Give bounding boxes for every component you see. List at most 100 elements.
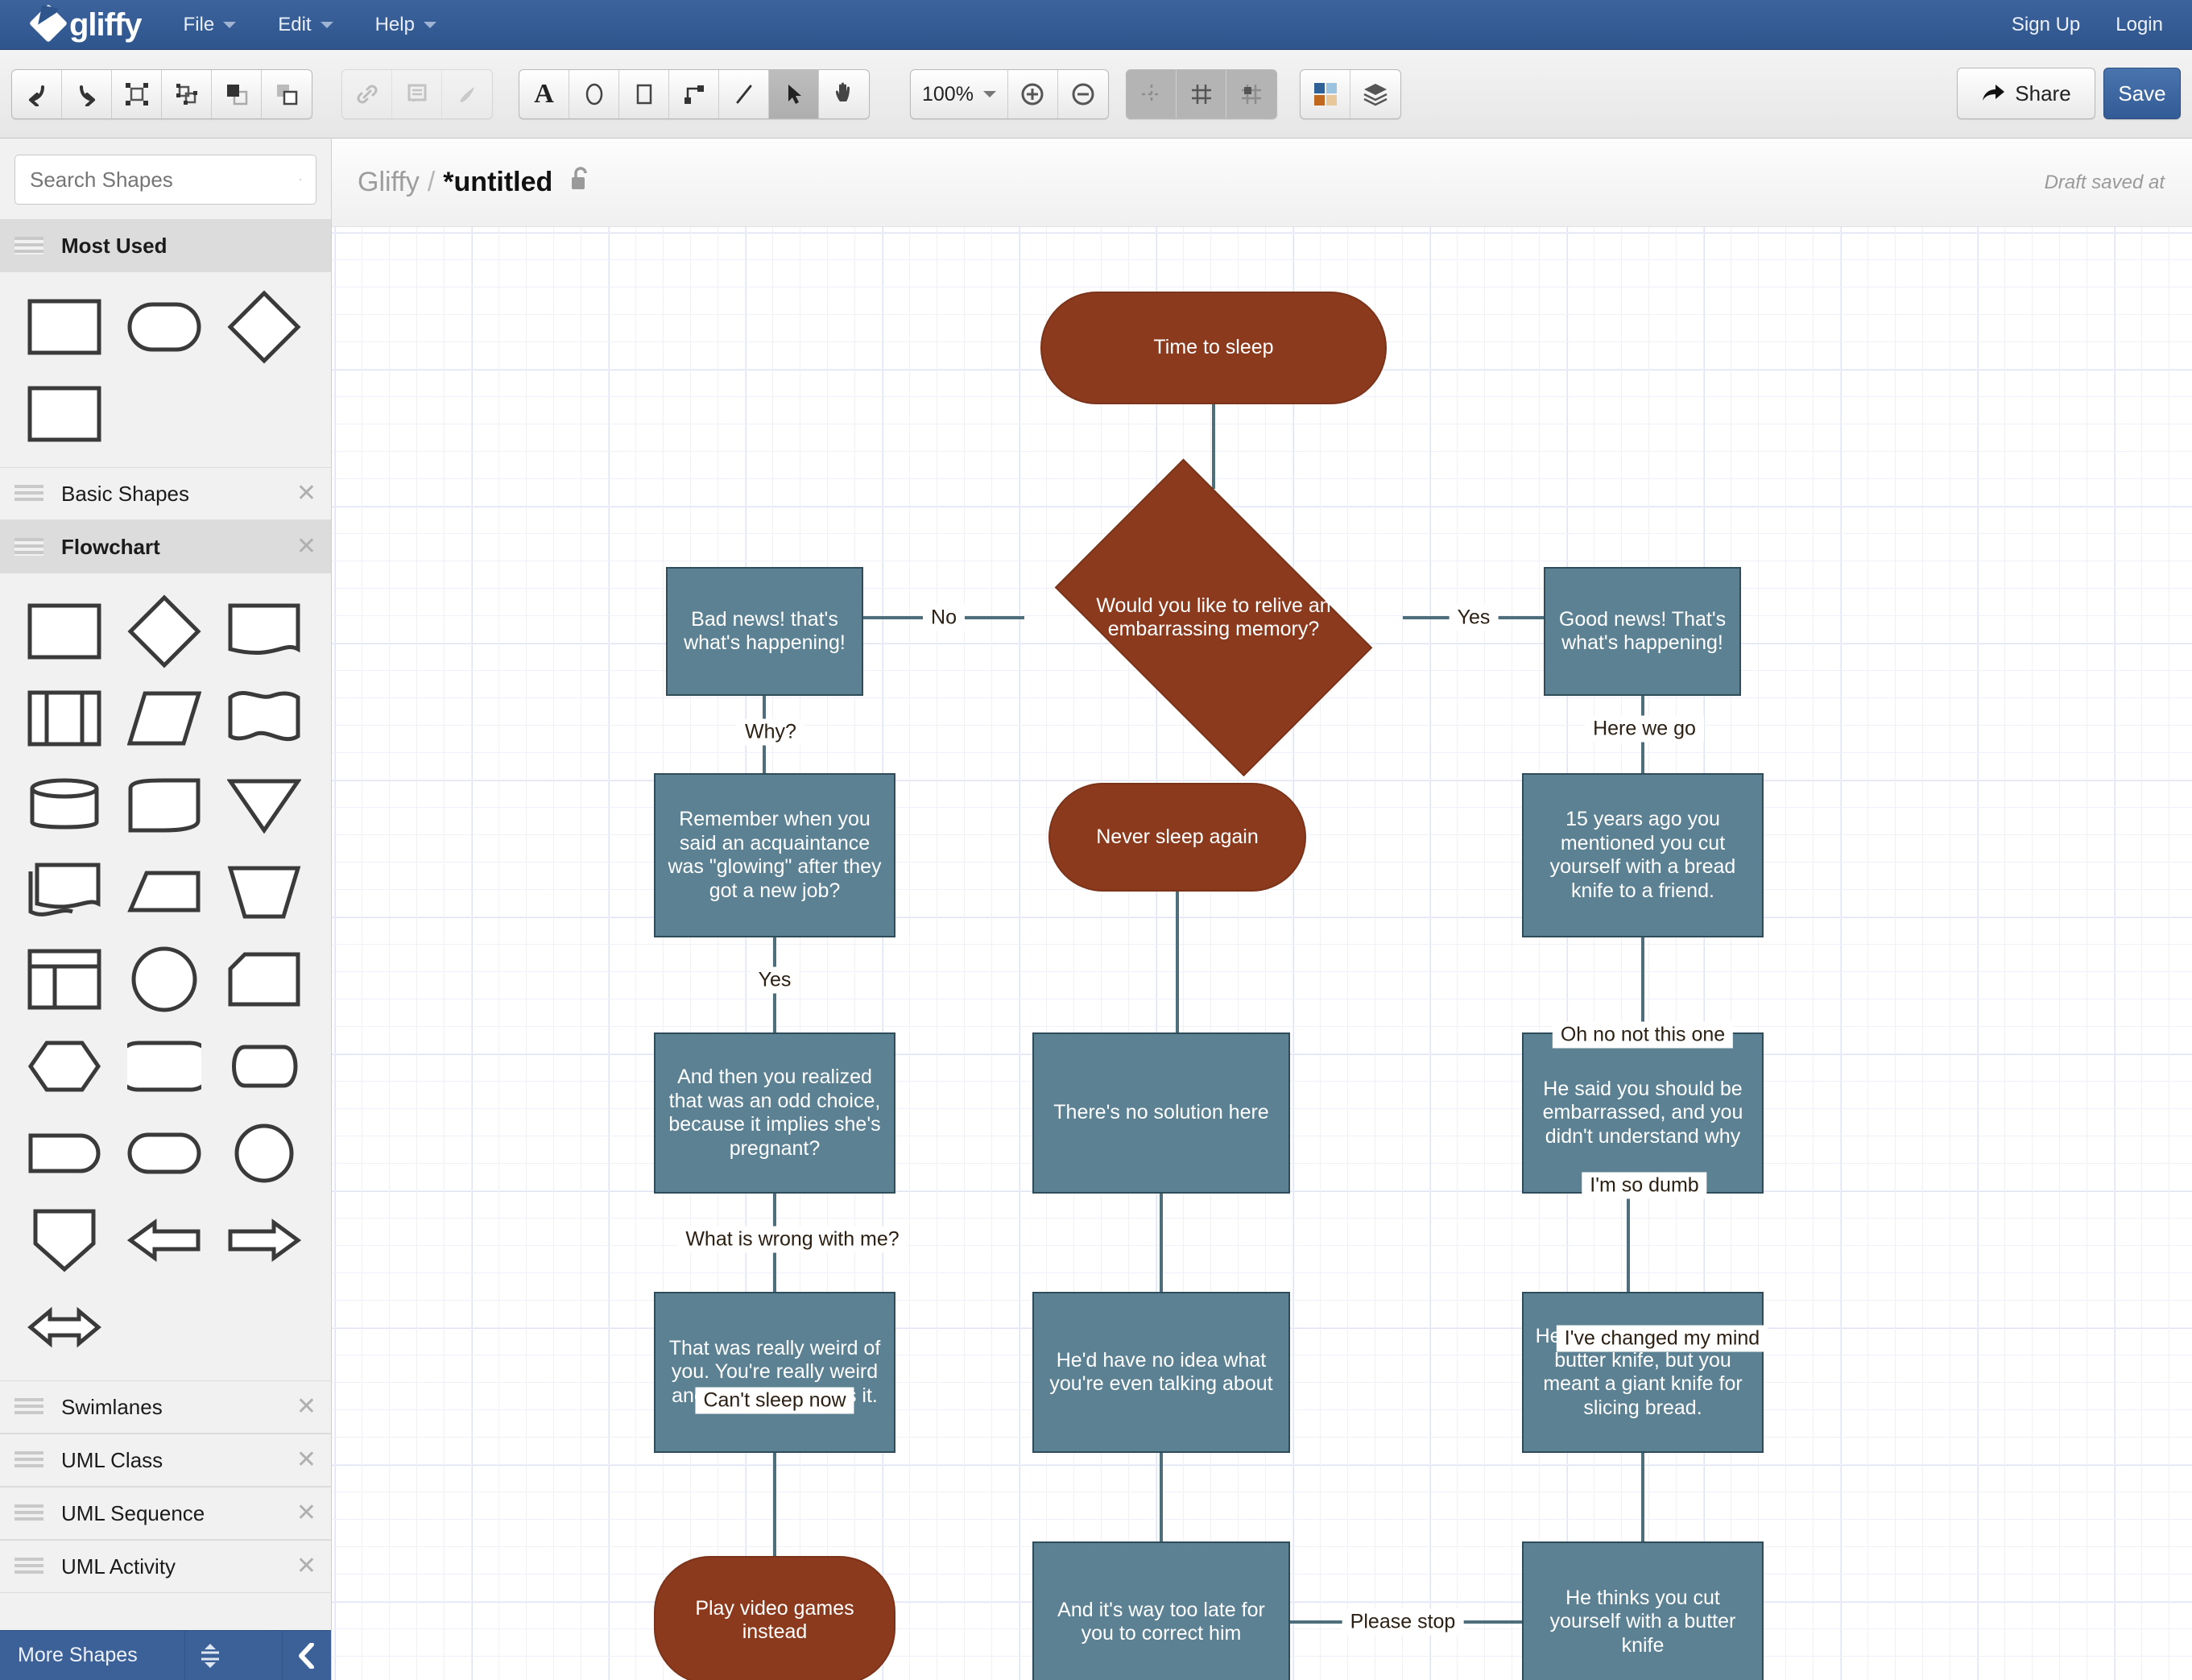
search-shapes-box[interactable] xyxy=(14,155,316,205)
undo-button[interactable] xyxy=(12,70,62,118)
node-odd-choice[interactable]: And then you realized that was an odd ch… xyxy=(654,1032,895,1194)
ellipse-tool-button[interactable] xyxy=(569,70,619,118)
menu-help[interactable]: Help xyxy=(375,14,436,36)
save-button[interactable]: Save xyxy=(2103,68,2181,119)
sidebar-section-uml-activity[interactable]: UML Activity ✕ xyxy=(0,1540,331,1593)
zoom-in-button[interactable] xyxy=(1008,70,1058,118)
shape-predefined-process[interactable] xyxy=(14,675,114,762)
connector-tool-button[interactable] xyxy=(669,70,719,118)
shape-trapezoid[interactable] xyxy=(214,849,314,936)
node-time-to-sleep[interactable]: Time to sleep xyxy=(1040,292,1387,404)
chevron-left-icon[interactable] xyxy=(281,1630,331,1680)
vertical-resize-icon[interactable] xyxy=(184,1630,234,1680)
sign-up-link[interactable]: Sign Up xyxy=(2012,14,2080,36)
diagram-grid[interactable]: Time to sleep Would you like to relive a… xyxy=(332,227,2192,1680)
node-no-idea-talking-about[interactable]: He'd have no idea what you're even talki… xyxy=(1032,1292,1290,1453)
shape-internal-storage[interactable] xyxy=(114,762,214,849)
shape-connector-circle[interactable] xyxy=(214,1110,314,1197)
shape-delay[interactable] xyxy=(14,1110,114,1197)
layers-button[interactable] xyxy=(1350,70,1400,118)
node-bad-news[interactable]: Bad news! that's what's happening! xyxy=(666,567,863,696)
sidebar-section-swimlanes[interactable]: Swimlanes ✕ xyxy=(0,1380,331,1434)
close-icon[interactable]: ✕ xyxy=(296,1554,316,1579)
shape-triangle-down[interactable] xyxy=(214,762,314,849)
shape-wave-document[interactable] xyxy=(214,675,314,762)
close-icon[interactable]: ✕ xyxy=(296,1501,316,1525)
ungroup-button[interactable] xyxy=(162,70,212,118)
shape-rounded-rectangle[interactable] xyxy=(114,283,214,370)
gliffy-logo[interactable]: gliffy xyxy=(27,3,143,45)
format-painter-button[interactable] xyxy=(442,70,492,118)
close-icon[interactable]: ✕ xyxy=(296,535,316,559)
node-never-sleep-again[interactable]: Never sleep again xyxy=(1048,783,1306,892)
group-button[interactable] xyxy=(112,70,162,118)
menu-file[interactable]: File xyxy=(184,14,237,36)
snap-to-guides-button[interactable] xyxy=(1127,70,1177,118)
shape-process[interactable] xyxy=(14,588,114,675)
comment-button[interactable] xyxy=(392,70,442,118)
shape-arrow-right[interactable] xyxy=(214,1197,314,1284)
breadcrumb-app[interactable]: Gliffy xyxy=(358,167,420,198)
text-tool-button[interactable]: A xyxy=(519,70,569,118)
shape-decision[interactable] xyxy=(114,588,214,675)
node-no-solution-here[interactable]: There's no solution here xyxy=(1032,1032,1290,1194)
node-15-years-ago[interactable]: 15 years ago you mentioned you cut yours… xyxy=(1522,773,1764,937)
snap-to-grid-button[interactable] xyxy=(1226,70,1276,118)
node-decision-relive-memory[interactable]: Would you like to relive an embarrassing… xyxy=(1024,458,1403,777)
zoom-out-button[interactable] xyxy=(1058,70,1108,118)
node-really-weird[interactable]: That was really weird of you. You're rea… xyxy=(654,1292,895,1453)
line-tool-button[interactable] xyxy=(719,70,769,118)
menu-edit[interactable]: Edit xyxy=(278,14,333,36)
shape-arrow-double[interactable] xyxy=(14,1284,114,1371)
shape-rectangle[interactable] xyxy=(14,283,114,370)
shape-display[interactable] xyxy=(214,1023,314,1110)
close-icon[interactable]: ✕ xyxy=(296,482,316,506)
shape-stadium[interactable] xyxy=(114,1110,214,1197)
unlocked-padlock-icon[interactable] xyxy=(570,166,591,199)
sidebar-section-basic-shapes[interactable]: Basic Shapes ✕ xyxy=(0,467,331,520)
node-good-news[interactable]: Good news! That's what's happening! xyxy=(1544,567,1741,696)
canvas-area[interactable]: Gliffy / *untitled Draft saved at Time t… xyxy=(332,139,2192,1680)
shape-parallelogram[interactable] xyxy=(114,675,214,762)
shape-arrow-left[interactable] xyxy=(114,1197,214,1284)
shape-table[interactable] xyxy=(14,936,114,1023)
login-link[interactable]: Login xyxy=(2115,14,2163,36)
node-he-thinks-butter-knife[interactable]: He thinks you cut yourself with a butter… xyxy=(1522,1541,1764,1680)
close-icon[interactable]: ✕ xyxy=(296,1395,316,1419)
shape-hexagon[interactable] xyxy=(14,1023,114,1110)
shape-diamond[interactable] xyxy=(214,283,314,370)
shape-database[interactable] xyxy=(14,762,114,849)
bring-to-front-button[interactable] xyxy=(212,70,262,118)
pan-tool-button[interactable] xyxy=(819,70,869,118)
shape-card[interactable] xyxy=(214,936,314,1023)
close-icon[interactable]: ✕ xyxy=(296,1448,316,1472)
theme-swatch-button[interactable] xyxy=(1301,70,1350,118)
shape-rectangle-2[interactable] xyxy=(14,370,114,457)
shape-document[interactable] xyxy=(214,588,314,675)
share-button[interactable]: Share xyxy=(1957,68,2095,119)
shape-circle[interactable] xyxy=(114,936,214,1023)
sidebar-section-most-used[interactable]: Most Used xyxy=(0,219,331,272)
rectangle-tool-button[interactable] xyxy=(619,70,669,118)
send-to-back-button[interactable] xyxy=(262,70,312,118)
select-tool-button[interactable] xyxy=(769,70,819,118)
shape-trapezoid-left[interactable] xyxy=(114,849,214,936)
node-remember-acquaintance[interactable]: Remember when you said an acquaintance w… xyxy=(654,773,895,937)
shape-shield[interactable] xyxy=(14,1197,114,1284)
redo-button[interactable] xyxy=(62,70,112,118)
link-button[interactable] xyxy=(342,70,392,118)
sidebar-section-flowchart[interactable]: Flowchart ✕ xyxy=(0,520,331,573)
document-title[interactable]: *untitled xyxy=(443,167,552,198)
shape-multi-document[interactable] xyxy=(14,849,114,936)
node-too-late-to-correct[interactable]: And it's way too late for you to correct… xyxy=(1032,1541,1290,1680)
search-input[interactable] xyxy=(30,167,300,192)
shape-preparation[interactable] xyxy=(114,1023,214,1110)
node-play-video-games[interactable]: Play video games instead xyxy=(654,1556,895,1680)
sidebar-section-uml-sequence[interactable]: UML Sequence ✕ xyxy=(0,1487,331,1540)
zoom-level-dropdown[interactable]: 100% xyxy=(911,70,1008,118)
node-should-be-embarrassed[interactable]: He said you should be embarrassed, and y… xyxy=(1522,1032,1764,1194)
node-butter-knife-confusion[interactable]: He thought you meant a butter knife, but… xyxy=(1522,1292,1764,1453)
sidebar-section-uml-class[interactable]: UML Class ✕ xyxy=(0,1434,331,1487)
more-shapes-bar[interactable]: More Shapes xyxy=(0,1630,331,1680)
show-grid-button[interactable] xyxy=(1177,70,1226,118)
